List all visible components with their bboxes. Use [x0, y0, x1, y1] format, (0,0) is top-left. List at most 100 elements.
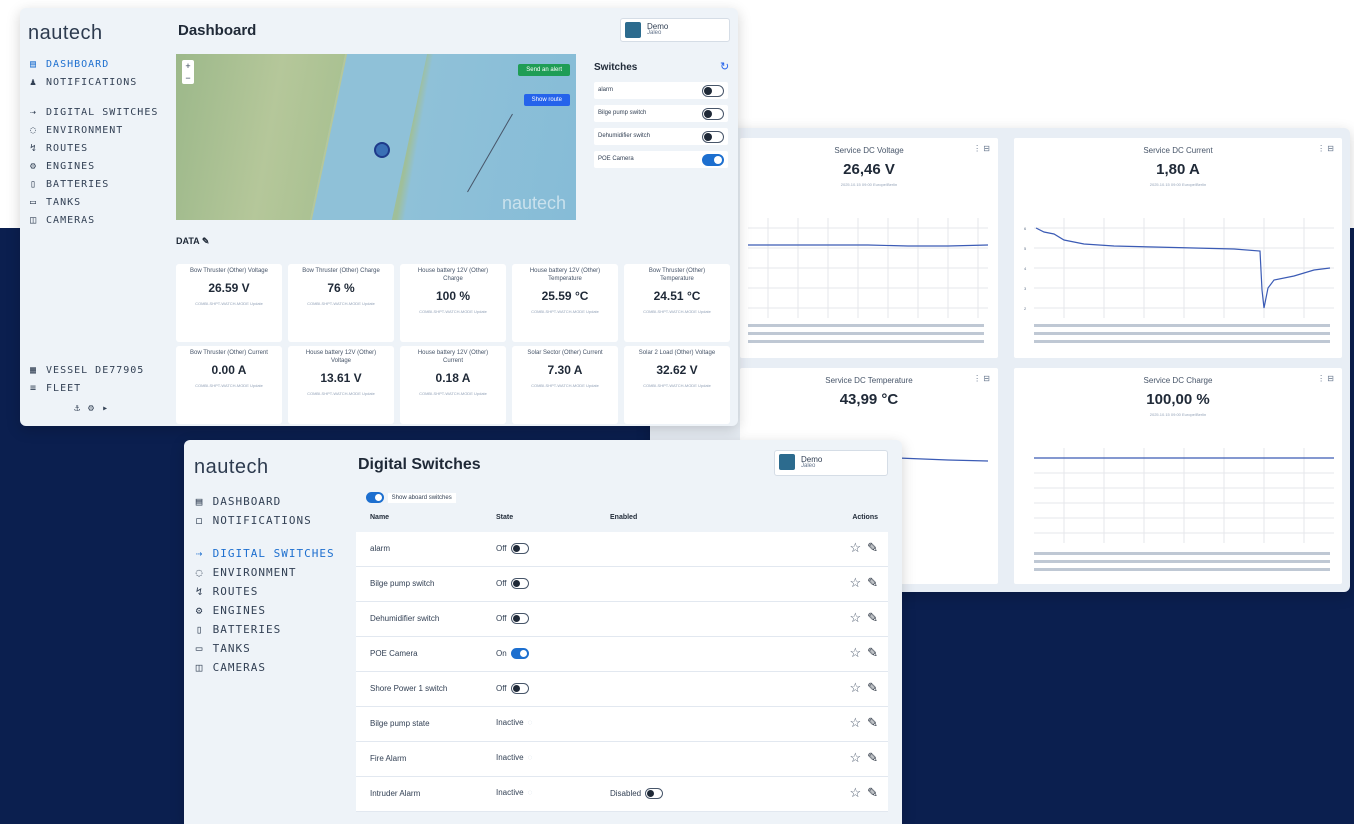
data-tile[interactable]: Bow Thruster (Other) Voltage 26.59 V COMBI…	[176, 264, 282, 342]
state-toggle[interactable]	[510, 648, 529, 659]
edit-icon[interactable]: ✎	[867, 575, 878, 590]
show-route-button[interactable]: Show route	[523, 94, 570, 106]
edit-icon[interactable]: ✎	[867, 610, 878, 625]
chart-charge-plot	[1034, 448, 1334, 571]
star-icon[interactable]: ☆	[849, 715, 861, 730]
chart-menu-icon[interactable]: ⋮ ⊟	[973, 144, 990, 153]
state-toggle[interactable]	[510, 613, 529, 624]
sidebar-item-tanks[interactable]: ▭ TANKS	[194, 639, 335, 658]
user-menu[interactable]: Demo Jaleo	[774, 450, 888, 476]
table-row[interactable]: Dehumidifier switch Off ☆ ✎	[356, 602, 888, 637]
map[interactable]: + − Send an alert Show route nautech	[176, 54, 576, 220]
refresh-icon[interactable]: ↻	[720, 60, 729, 73]
table-row[interactable]: Bilge pump switch Off ☆ ✎	[356, 567, 888, 602]
chart-menu-icon[interactable]: ⋮ ⊟	[973, 374, 990, 383]
data-tile[interactable]: House battery 12V (Other) Voltage 13.61 V…	[288, 346, 394, 424]
sidebar-item-routes[interactable]: ↯ ROUTES	[28, 140, 158, 158]
sidebar-item-fleet[interactable]: ≡ FLEET	[28, 380, 144, 398]
edit-icon[interactable]: ✎	[867, 645, 878, 660]
edit-icon[interactable]: ✎	[867, 680, 878, 695]
edit-icon[interactable]: ✎	[867, 540, 878, 555]
data-tile[interactable]: Bow Thruster (Other) Charge 76 % COMBI-SHP…	[288, 264, 394, 342]
table-row[interactable]: Shore Power 1 switch Off ☆ ✎	[356, 672, 888, 707]
zoom-in-button[interactable]: +	[182, 60, 194, 72]
sidebar-item-label: FLEET	[46, 383, 82, 394]
switch-item-dehumidifier[interactable]: Dehumidifier switch	[594, 128, 728, 145]
col-state[interactable]: State	[496, 514, 513, 521]
zoom-out-button[interactable]: −	[182, 72, 194, 84]
data-tile[interactable]: House battery 12V (Other) Temperature 25.…	[512, 264, 618, 342]
edit-icon[interactable]: ✎	[867, 785, 878, 800]
data-tile[interactable]: Bow Thruster (Other) Current 0.00 A COMBI-…	[176, 346, 282, 424]
show-aboard-toggle-row[interactable]: Show aboard switches	[366, 492, 456, 504]
sidebar-item-digital-switches[interactable]: ⇢ DIGITAL SWITCHES	[28, 104, 158, 122]
data-tile[interactable]: Bow Thruster (Other) Temperature 24.51 °C…	[624, 264, 730, 342]
sidebar-item-digital-switches[interactable]: ⇢ DIGITAL SWITCHES	[194, 544, 335, 563]
state-toggle[interactable]	[510, 578, 529, 589]
sidebar-item-label: ENGINES	[212, 604, 266, 617]
switch-item-alarm[interactable]: alarm	[594, 82, 728, 99]
edit-icon[interactable]: ✎	[867, 750, 878, 765]
star-icon[interactable]: ☆	[849, 680, 861, 695]
star-icon[interactable]: ☆	[849, 575, 861, 590]
data-tile[interactable]: House battery 12V (Other) Current 0.18 A C…	[400, 346, 506, 424]
sidebar-item-environment[interactable]: ◌ ENVIRONMENT	[28, 122, 158, 140]
star-icon[interactable]: ☆	[849, 645, 861, 660]
switch-item-bilge[interactable]: Bilge pump switch	[594, 105, 728, 122]
edit-icon[interactable]: ✎	[867, 715, 878, 730]
footer-icons[interactable]: ⚓ ⚙ ▸	[74, 400, 144, 418]
switch-toggle[interactable]	[702, 85, 724, 97]
sidebar-item-dashboard[interactable]: ▤ DASHBOARD	[194, 492, 335, 511]
sidebar-item-notifications[interactable]: ◻ NOTIFICATIONS	[194, 511, 335, 530]
row-name: alarm	[370, 544, 391, 553]
col-name[interactable]: Name	[370, 514, 389, 521]
data-tile[interactable]: Solar 2 Load (Other) Voltage 32.62 V COMBI…	[624, 346, 730, 424]
vessel-marker[interactable]	[374, 142, 390, 158]
table-row[interactable]: Bilge pump state Inactive ◌ ☆ ✎	[356, 707, 888, 742]
send-alert-button[interactable]: Send an alert	[518, 64, 570, 76]
switch-toggle[interactable]	[702, 154, 724, 166]
sidebar-item-dashboard[interactable]: ▤ DASHBOARD	[28, 56, 158, 74]
switch-toggle[interactable]	[702, 108, 724, 120]
state-label: Off	[496, 578, 507, 588]
sidebar-item-engines[interactable]: ⚙ ENGINES	[28, 158, 158, 176]
sidebar-item-environment[interactable]: ◌ ENVIRONMENT	[194, 563, 335, 582]
brand-logo[interactable]: nautech	[194, 456, 269, 479]
star-icon[interactable]: ☆	[849, 750, 861, 765]
show-aboard-toggle[interactable]	[366, 492, 384, 503]
switch-item-poe-camera[interactable]: POE Camera	[594, 151, 728, 168]
sidebar-item-engines[interactable]: ⚙ ENGINES	[194, 601, 335, 620]
data-tile[interactable]: House battery 12V (Other) Charge 100 % COM…	[400, 264, 506, 342]
sidebar-item-vessel[interactable]: ▦ VESSEL DE77905	[28, 362, 144, 380]
chart-menu-icon[interactable]: ⋮ ⊟	[1317, 144, 1334, 153]
table-row[interactable]: Intruder Alarm Inactive ◌ Disabled ☆ ✎	[356, 777, 888, 812]
sidebar-item-tanks[interactable]: ▭ TANKS	[28, 194, 158, 212]
edit-icon[interactable]: ✎	[202, 236, 210, 246]
row-state: Inactive ◌	[496, 753, 532, 762]
star-icon[interactable]: ☆	[849, 540, 861, 555]
data-tile[interactable]: Solar Sector (Other) Current 7.30 A COMBI-…	[512, 346, 618, 424]
tank-icon: ▭	[29, 197, 38, 208]
table-row[interactable]: POE Camera On ☆ ✎	[356, 637, 888, 672]
sidebar-item-notifications[interactable]: ♟ NOTIFICATIONS	[28, 74, 158, 92]
table-row[interactable]: alarm Off ☆ ✎	[356, 532, 888, 567]
user-menu[interactable]: Demo Jaleo	[620, 18, 730, 42]
page-title: Dashboard	[178, 22, 257, 39]
star-icon[interactable]: ☆	[849, 610, 861, 625]
sidebar-item-routes[interactable]: ↯ ROUTES	[194, 582, 335, 601]
sidebar-item-cameras[interactable]: ◫ CAMERAS	[28, 212, 158, 230]
state-toggle[interactable]	[510, 543, 529, 554]
enabled-toggle[interactable]	[645, 788, 664, 799]
switch-toggle[interactable]	[702, 131, 724, 143]
chart-menu-icon[interactable]: ⋮ ⊟	[1317, 374, 1334, 383]
brand-logo[interactable]: nautech	[28, 22, 103, 45]
chart-charge: ⋮ ⊟ Service DC Charge 100,00 % 2025.10.1…	[1014, 368, 1342, 584]
sidebar-item-batteries[interactable]: ▯ BATTERIES	[28, 176, 158, 194]
col-enabled[interactable]: Enabled	[610, 514, 637, 521]
tile-value: 26.59 V	[208, 281, 250, 295]
table-row[interactable]: Fire Alarm Inactive ◌ ☆ ✎	[356, 742, 888, 777]
sidebar-item-batteries[interactable]: ▯ BATTERIES	[194, 620, 335, 639]
state-toggle[interactable]	[510, 683, 529, 694]
star-icon[interactable]: ☆	[849, 785, 861, 800]
sidebar-item-cameras[interactable]: ◫ CAMERAS	[194, 658, 335, 677]
